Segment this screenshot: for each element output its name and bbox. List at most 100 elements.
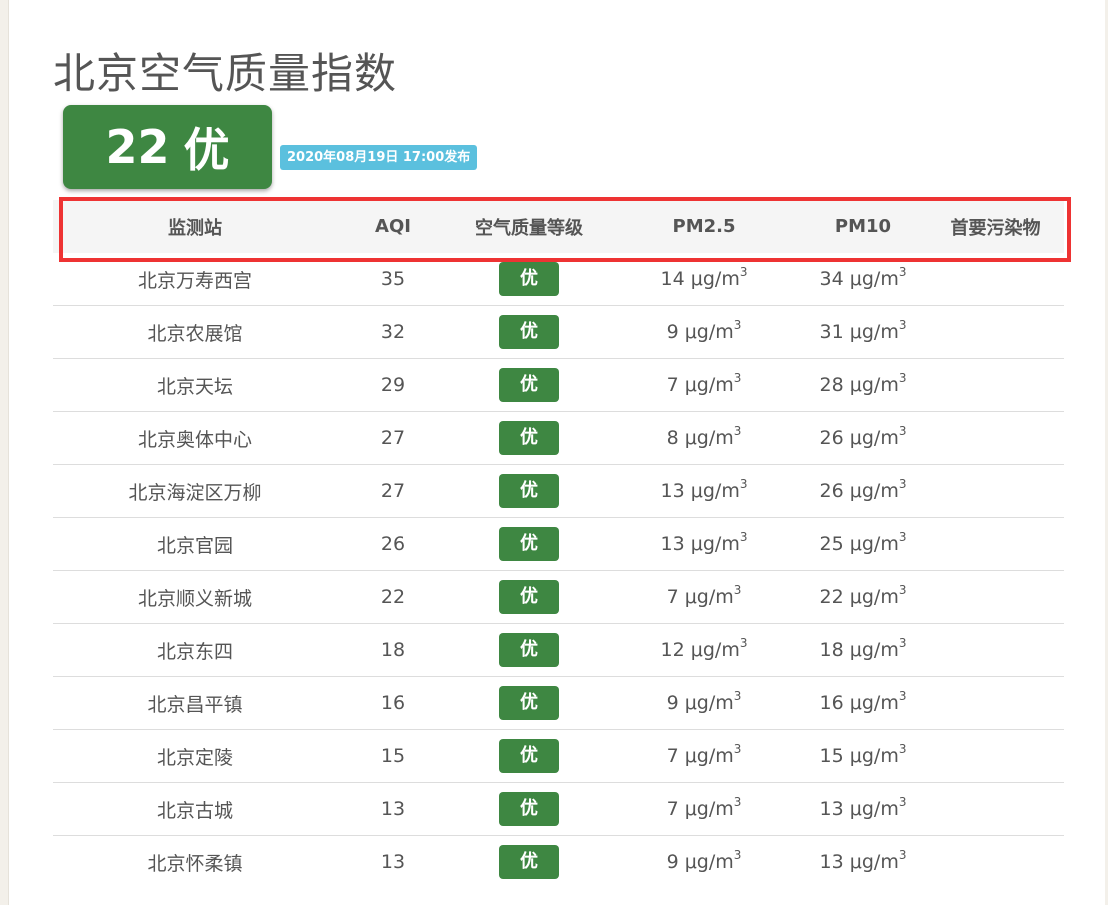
station-name: 北京奥体中心 xyxy=(53,411,337,465)
table-row: 北京奥体中心 27 优 8 μg/m3 26 μg/m3 xyxy=(53,411,1064,465)
pm25-unit: μg/m xyxy=(684,427,734,449)
primary-pollutant-cell xyxy=(927,623,1064,677)
pm25-unit-exp: 3 xyxy=(733,795,742,809)
level-badge: 优 xyxy=(499,686,559,720)
station-name: 北京万寿西宫 xyxy=(53,253,337,306)
pm25-unit: μg/m xyxy=(690,268,740,290)
table-row: 北京定陵 15 优 7 μg/m3 15 μg/m3 xyxy=(53,729,1064,783)
pm25-cell: 8 μg/m3 xyxy=(609,411,799,465)
page-title: 北京空气质量指数 xyxy=(53,49,398,98)
pm10-cell: 26 μg/m3 xyxy=(799,464,927,518)
column-header-primary-pollutant: 首要污染物 xyxy=(927,200,1064,253)
pm10-unit-exp: 3 xyxy=(898,636,907,650)
table-body: 北京万寿西宫 35 优 14 μg/m3 34 μg/m3 北京农展馆 32 优 9 μg/m3… xyxy=(53,253,1064,888)
pm10-unit: μg/m xyxy=(849,374,899,396)
pm25-value: 13 xyxy=(660,480,685,502)
column-header-station: 监测站 xyxy=(53,200,337,253)
level-cell: 优 xyxy=(449,305,609,359)
primary-pollutant-cell xyxy=(927,782,1064,836)
station-name: 北京昌平镇 xyxy=(53,676,337,730)
level-cell: 优 xyxy=(449,782,609,836)
pm25-unit-exp: 3 xyxy=(733,689,742,703)
aqi-value-cell: 15 xyxy=(337,729,449,783)
level-cell: 优 xyxy=(449,729,609,783)
pm25-unit-exp: 3 xyxy=(739,265,748,279)
pm10-unit-exp: 3 xyxy=(898,795,907,809)
level-badge: 优 xyxy=(499,527,559,561)
pm10-cell: 22 μg/m3 xyxy=(799,570,927,624)
pm10-unit-exp: 3 xyxy=(898,371,907,385)
pm25-value: 7 xyxy=(666,374,679,396)
pm10-cell: 28 μg/m3 xyxy=(799,358,927,412)
level-badge: 优 xyxy=(499,580,559,614)
aqi-value: 22 xyxy=(105,120,170,174)
pm10-cell: 13 μg/m3 xyxy=(799,836,927,889)
pm25-unit: μg/m xyxy=(690,533,740,555)
pm10-unit-exp: 3 xyxy=(898,848,907,862)
station-name: 北京东四 xyxy=(53,623,337,677)
left-page-border xyxy=(0,0,9,905)
table-header-row: 监测站 AQI 空气质量等级 PM2.5 PM10 首要污染物 xyxy=(53,200,1064,253)
pm25-value: 8 xyxy=(666,427,679,449)
level-badge: 优 xyxy=(499,421,559,455)
pm25-unit: μg/m xyxy=(690,639,740,661)
level-cell: 优 xyxy=(449,836,609,889)
pm10-value: 13 xyxy=(819,851,844,873)
level-badge: 优 xyxy=(499,633,559,667)
pm25-cell: 13 μg/m3 xyxy=(609,464,799,518)
pm10-value: 15 xyxy=(819,745,844,767)
pm10-unit: μg/m xyxy=(849,533,899,555)
column-header-pm10: PM10 xyxy=(799,200,927,253)
table-row: 北京海淀区万柳 27 优 13 μg/m3 26 μg/m3 xyxy=(53,464,1064,518)
pm10-cell: 13 μg/m3 xyxy=(799,782,927,836)
table-row: 北京古城 13 优 7 μg/m3 13 μg/m3 xyxy=(53,782,1064,836)
pm10-value: 22 xyxy=(819,586,844,608)
pm25-cell: 9 μg/m3 xyxy=(609,676,799,730)
level-badge: 优 xyxy=(499,262,559,296)
primary-pollutant-cell xyxy=(927,517,1064,571)
primary-pollutant-cell xyxy=(927,411,1064,465)
aqi-value-cell: 16 xyxy=(337,676,449,730)
pm10-value: 13 xyxy=(819,798,844,820)
primary-pollutant-cell xyxy=(927,570,1064,624)
primary-pollutant-cell xyxy=(927,464,1064,518)
pm10-unit: μg/m xyxy=(849,480,899,502)
pm25-cell: 7 μg/m3 xyxy=(609,729,799,783)
aqi-value-cell: 18 xyxy=(337,623,449,677)
table-row: 北京怀柔镇 13 优 9 μg/m3 13 μg/m3 xyxy=(53,836,1064,889)
primary-pollutant-cell xyxy=(927,253,1064,306)
primary-pollutant-cell xyxy=(927,305,1064,359)
aqi-value-cell: 13 xyxy=(337,782,449,836)
aqi-value-cell: 26 xyxy=(337,517,449,571)
pm25-unit-exp: 3 xyxy=(739,636,748,650)
primary-pollutant-cell xyxy=(927,836,1064,889)
level-badge: 优 xyxy=(499,315,559,349)
pm25-cell: 14 μg/m3 xyxy=(609,253,799,306)
column-header-level: 空气质量等级 xyxy=(449,200,609,253)
column-header-aqi: AQI xyxy=(337,200,449,253)
pm10-unit-exp: 3 xyxy=(898,265,907,279)
pm25-cell: 9 μg/m3 xyxy=(609,305,799,359)
pm25-value: 7 xyxy=(666,798,679,820)
level-badge: 优 xyxy=(499,474,559,508)
aqi-value-cell: 35 xyxy=(337,253,449,306)
pm25-value: 12 xyxy=(660,639,685,661)
pm10-unit-exp: 3 xyxy=(898,583,907,597)
pm10-cell: 18 μg/m3 xyxy=(799,623,927,677)
pm10-value: 31 xyxy=(819,321,844,343)
pm25-unit: μg/m xyxy=(690,480,740,502)
pm10-unit: μg/m xyxy=(849,692,899,714)
table-row: 北京昌平镇 16 优 9 μg/m3 16 μg/m3 xyxy=(53,676,1064,730)
station-name: 北京海淀区万柳 xyxy=(53,464,337,518)
pm10-value: 25 xyxy=(819,533,844,555)
aqi-value-cell: 22 xyxy=(337,570,449,624)
aqi-value-cell: 13 xyxy=(380,851,406,873)
aqi-value-cell: 27 xyxy=(337,464,449,518)
pm10-cell: 15 μg/m3 xyxy=(799,729,927,783)
pm10-cell: 26 μg/m3 xyxy=(799,411,927,465)
pm25-value: 14 xyxy=(660,268,685,290)
pm10-value: 26 xyxy=(819,480,844,502)
station-name: 北京怀柔镇 xyxy=(147,852,243,875)
level-badge: 优 xyxy=(499,739,559,773)
table-row: 北京东四 18 优 12 μg/m3 18 μg/m3 xyxy=(53,623,1064,677)
